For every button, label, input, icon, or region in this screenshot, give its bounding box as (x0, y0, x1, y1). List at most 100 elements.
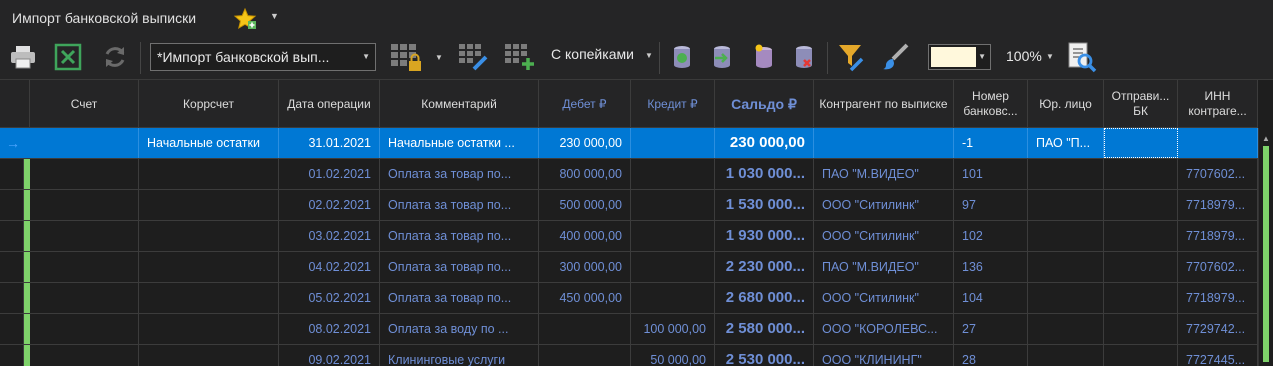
cell-otpravitel[interactable] (1104, 252, 1178, 282)
cell-yur-lico[interactable]: ПАО "П... (1028, 128, 1104, 158)
excel-export-icon[interactable] (53, 42, 83, 72)
cell-inn[interactable]: 7718979... (1178, 283, 1258, 313)
cell-kredit[interactable]: 50 000,00 (631, 345, 715, 366)
table-row[interactable]: 04.02.2021 Оплата за товар по... 300 000,0… (0, 252, 1258, 283)
db-refresh-icon[interactable] (668, 42, 696, 72)
cell-comment[interactable]: Начальные остатки ... (380, 128, 539, 158)
cell-kredit[interactable] (631, 159, 715, 189)
cell-debet[interactable] (539, 345, 631, 366)
cell-kredit[interactable] (631, 128, 715, 158)
table-row[interactable]: 01.02.2021 Оплата за товар по... 800 000,0… (0, 159, 1258, 190)
cell-saldo[interactable]: 2 230 000... (715, 252, 814, 282)
cell-nomer[interactable]: 136 (954, 252, 1028, 282)
cell-date[interactable]: 08.02.2021 (279, 314, 380, 344)
table-row[interactable]: Начальные остатки 31.01.2021 Начальные ост… (0, 128, 1258, 159)
cell-debet[interactable]: 500 000,00 (539, 190, 631, 220)
grid-add-icon[interactable] (502, 42, 536, 72)
column-header-kredit[interactable]: Кредит ₽ (631, 80, 715, 128)
cell-comment[interactable]: Оплата за товар по... (380, 283, 539, 313)
table-row[interactable]: 05.02.2021 Оплата за товар по... 450 000,0… (0, 283, 1258, 314)
cell-otpravitel[interactable] (1104, 314, 1178, 344)
filter-icon[interactable] (836, 42, 866, 72)
cell-korrschet[interactable]: Начальные остатки (139, 128, 279, 158)
cell-debet[interactable]: 230 000,00 (539, 128, 631, 158)
cell-otpravitel[interactable] (1104, 159, 1178, 189)
column-header-date[interactable]: Дата операции (279, 80, 380, 128)
cell-otpravitel[interactable] (1104, 128, 1178, 158)
db-import-icon[interactable] (708, 42, 736, 72)
cell-schet[interactable] (30, 128, 139, 158)
column-header-comment[interactable]: Комментарий (380, 80, 539, 128)
table-row[interactable]: 02.02.2021 Оплата за товар по... 500 000,0… (0, 190, 1258, 221)
cell-schet[interactable] (30, 252, 139, 282)
cell-schet[interactable] (30, 283, 139, 313)
cell-korrschet[interactable] (139, 345, 279, 366)
cell-comment[interactable]: Оплата за товар по... (380, 190, 539, 220)
cell-korrschet[interactable] (139, 159, 279, 189)
table-row[interactable]: 09.02.2021 Клининговые услуги 50 000,00 2 5… (0, 345, 1258, 366)
table-row[interactable]: 03.02.2021 Оплата за товар по... 400 000,0… (0, 221, 1258, 252)
cell-inn[interactable]: 7707602... (1178, 252, 1258, 282)
chevron-down-icon[interactable]: ▼ (270, 11, 282, 23)
print-icon[interactable] (8, 42, 38, 72)
column-header-schet[interactable]: Счет (30, 80, 139, 128)
cell-saldo[interactable]: 1 930 000... (715, 221, 814, 251)
cell-yur-lico[interactable] (1028, 283, 1104, 313)
cell-debet[interactable]: 800 000,00 (539, 159, 631, 189)
table-row[interactable]: 08.02.2021 Оплата за воду по ... 100 000,0… (0, 314, 1258, 345)
cell-date[interactable]: 01.02.2021 (279, 159, 380, 189)
cell-inn[interactable] (1178, 128, 1258, 158)
cell-nomer[interactable]: 101 (954, 159, 1028, 189)
cell-debet[interactable]: 300 000,00 (539, 252, 631, 282)
cell-kredit[interactable] (631, 190, 715, 220)
cell-inn[interactable]: 7729742... (1178, 314, 1258, 344)
chevron-down-icon[interactable]: ▼ (1046, 52, 1054, 61)
chevron-down-icon[interactable]: ▼ (645, 51, 653, 60)
preset-select[interactable]: *Импорт банковской вып... ▼ (150, 43, 376, 71)
cell-yur-lico[interactable] (1028, 345, 1104, 366)
brush-icon[interactable] (880, 42, 910, 72)
cell-yur-lico[interactable] (1028, 159, 1104, 189)
favorite-star-icon[interactable] (233, 7, 257, 31)
cell-inn[interactable]: 7718979... (1178, 190, 1258, 220)
cell-schet[interactable] (30, 345, 139, 366)
cell-saldo[interactable]: 2 530 000... (715, 345, 814, 366)
cell-nomer[interactable]: 104 (954, 283, 1028, 313)
cell-otpravitel[interactable] (1104, 283, 1178, 313)
cell-debet[interactable]: 450 000,00 (539, 283, 631, 313)
column-header-yur-lico[interactable]: Юр. лицо (1028, 80, 1104, 128)
cell-nomer[interactable]: -1 (954, 128, 1028, 158)
cell-yur-lico[interactable] (1028, 252, 1104, 282)
cell-debet[interactable]: 400 000,00 (539, 221, 631, 251)
cell-nomer[interactable]: 27 (954, 314, 1028, 344)
refresh-icon[interactable] (100, 42, 130, 72)
cell-saldo[interactable]: 230 000,00 (715, 128, 814, 158)
cell-kredit[interactable] (631, 283, 715, 313)
grid-lock-icon[interactable] (388, 42, 424, 72)
cell-yur-lico[interactable] (1028, 221, 1104, 251)
cell-nomer[interactable]: 28 (954, 345, 1028, 366)
cell-nomer[interactable]: 102 (954, 221, 1028, 251)
cell-otpravitel[interactable] (1104, 345, 1178, 366)
db-new-icon[interactable] (750, 42, 778, 72)
cell-saldo[interactable]: 2 680 000... (715, 283, 814, 313)
cell-yur-lico[interactable] (1028, 190, 1104, 220)
cell-comment[interactable]: Оплата за воду по ... (380, 314, 539, 344)
column-header-otpravitel[interactable]: Отправи... БК (1104, 80, 1178, 128)
scroll-thumb[interactable] (1263, 146, 1269, 362)
cell-korrschet[interactable] (139, 314, 279, 344)
cell-date[interactable]: 05.02.2021 (279, 283, 380, 313)
cell-nomer[interactable]: 97 (954, 190, 1028, 220)
cell-kontragent[interactable]: ООО "Ситилинк" (814, 221, 954, 251)
zoom-dropdown[interactable]: 100% (1006, 48, 1042, 64)
cell-otpravitel[interactable] (1104, 221, 1178, 251)
kopeyki-dropdown[interactable]: С копейками (551, 46, 634, 62)
cell-kontragent[interactable]: ПАО "М.ВИДЕО" (814, 159, 954, 189)
cell-kontragent[interactable]: ООО "Ситилинк" (814, 283, 954, 313)
cell-schet[interactable] (30, 190, 139, 220)
cell-date[interactable]: 04.02.2021 (279, 252, 380, 282)
document-search-icon[interactable] (1064, 42, 1098, 73)
cell-saldo[interactable]: 1 030 000... (715, 159, 814, 189)
cell-comment[interactable]: Оплата за товар по... (380, 221, 539, 251)
cell-comment[interactable]: Оплата за товар по... (380, 159, 539, 189)
